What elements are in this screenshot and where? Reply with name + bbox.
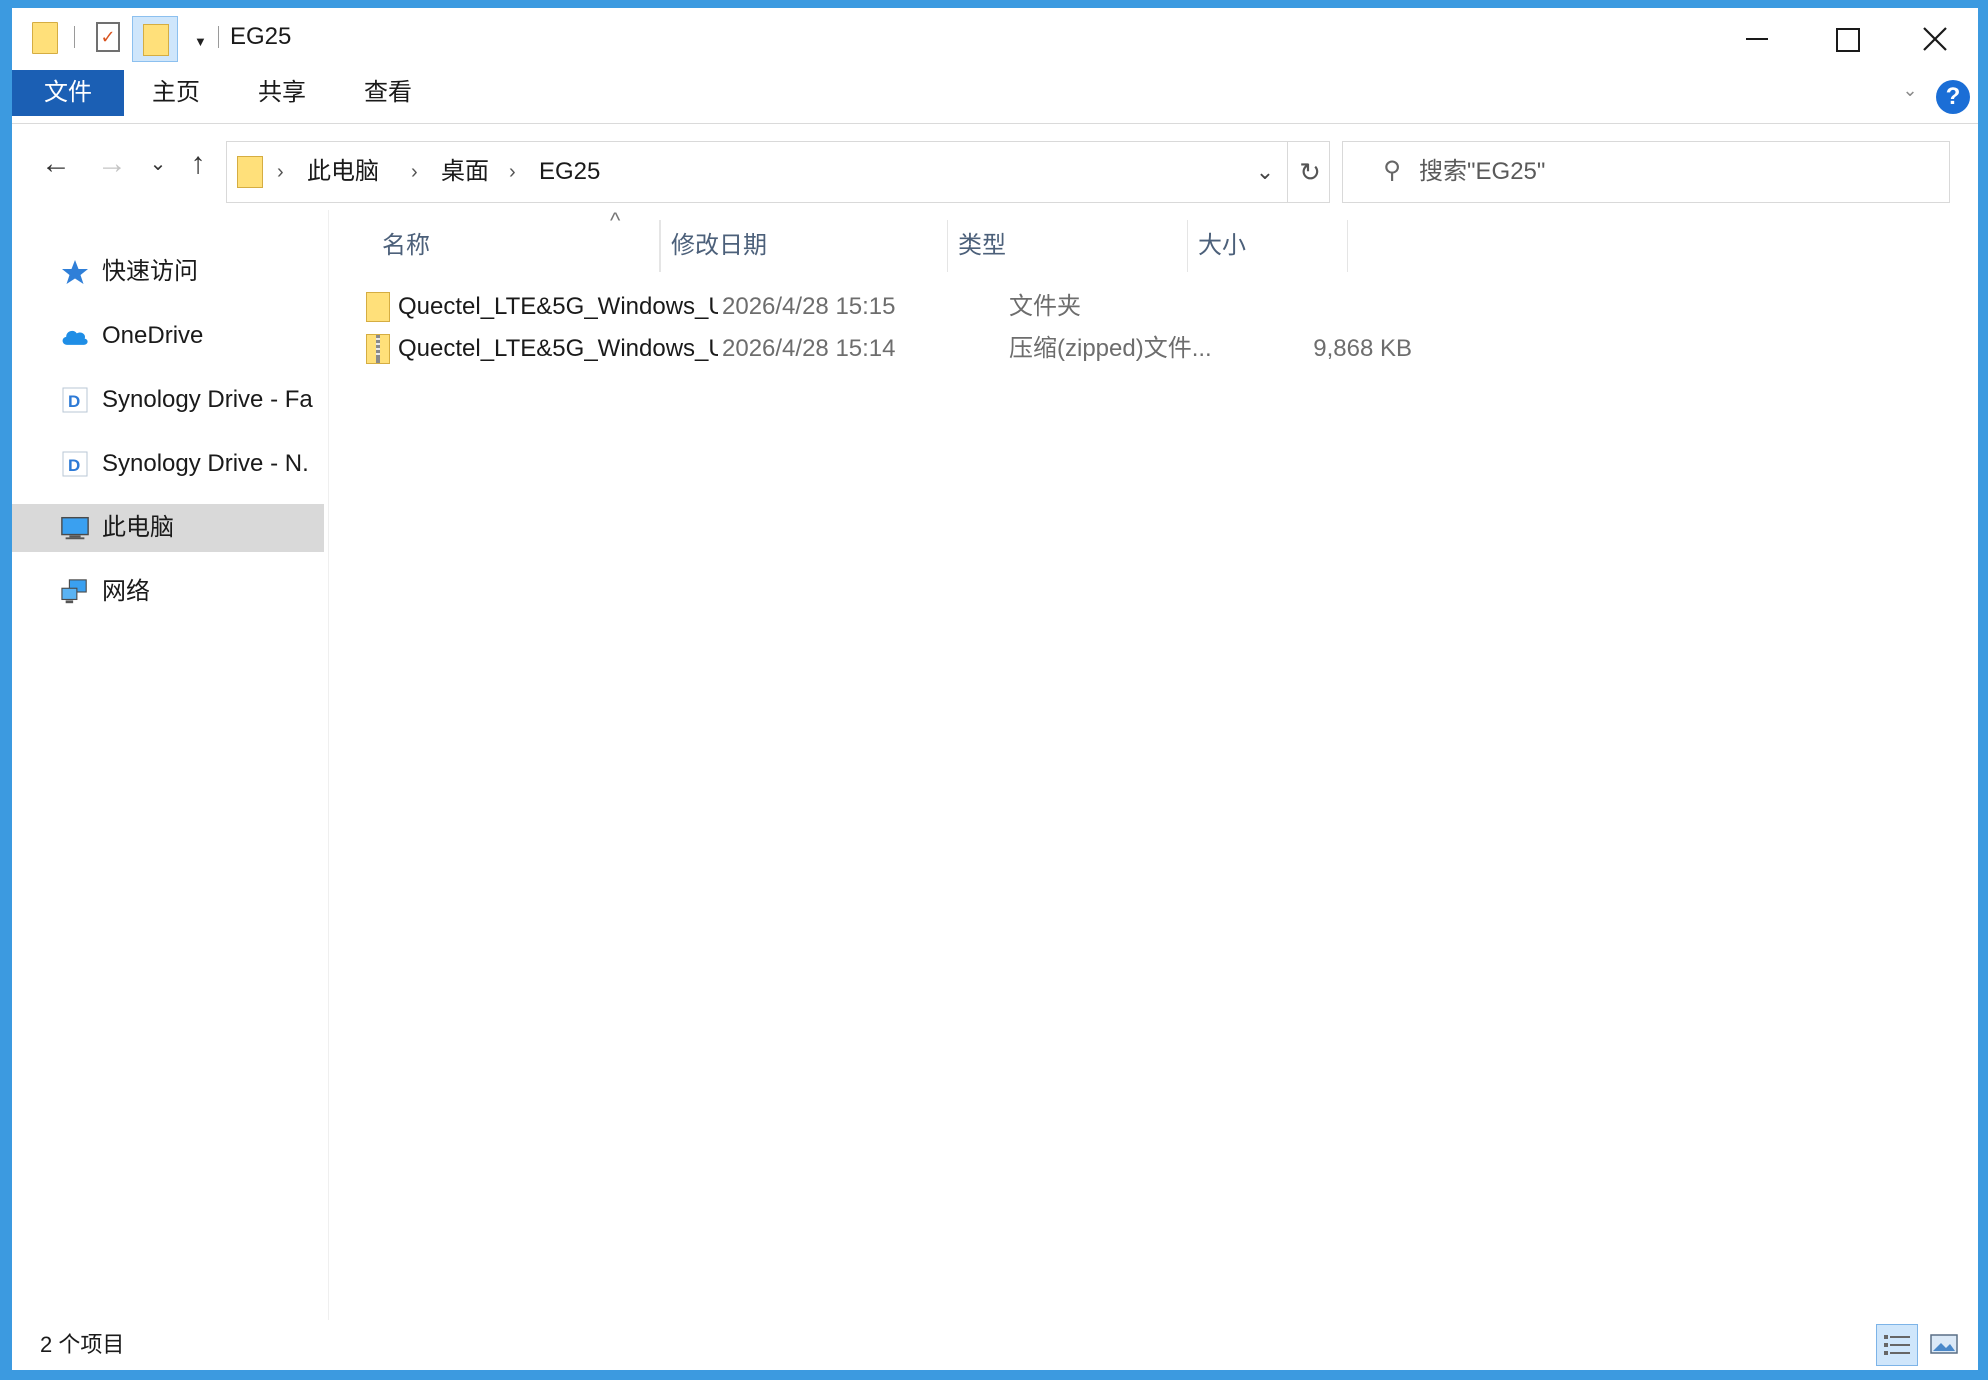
synology-drive-icon: D bbox=[62, 451, 88, 477]
tab-file[interactable]: 文件 bbox=[12, 70, 124, 116]
column-header-name[interactable]: 名称 bbox=[372, 220, 660, 272]
properties-icon[interactable]: ✓ bbox=[96, 22, 120, 52]
sidebar-item-label: 网络 bbox=[102, 578, 150, 605]
network-icon bbox=[61, 579, 87, 604]
column-header-date[interactable]: 修改日期 bbox=[660, 220, 948, 272]
file-row[interactable]: Quectel_LTE&5G_Windows_USB_Drive... 2026… bbox=[352, 286, 1592, 328]
item-count: 2 个项目 bbox=[40, 1332, 125, 1357]
help-icon[interactable]: ? bbox=[1936, 80, 1970, 114]
sidebar-item-synology-drive-fa[interactable]: D Synology Drive - Fa bbox=[12, 376, 324, 424]
status-bar: 2 个项目 bbox=[12, 1320, 1978, 1370]
cloud-icon bbox=[62, 330, 88, 345]
breadcrumb-separator[interactable]: › bbox=[277, 154, 284, 190]
folder-icon bbox=[32, 22, 58, 54]
breadcrumb-desktop[interactable]: 桌面 bbox=[441, 154, 489, 190]
large-icons-view-button[interactable] bbox=[1924, 1324, 1966, 1366]
title-bar: ✓ ▼ EG25 bbox=[12, 8, 1978, 70]
sidebar-item-this-pc[interactable]: 此电脑 bbox=[12, 504, 324, 552]
new-folder-button[interactable] bbox=[132, 16, 178, 62]
search-input[interactable] bbox=[1419, 154, 1919, 190]
customize-quick-access-dropdown[interactable]: ▼ bbox=[194, 35, 210, 48]
breadcrumb-this-pc[interactable]: 此电脑 bbox=[307, 154, 379, 190]
minimize-icon bbox=[1746, 38, 1768, 40]
breadcrumb-separator[interactable]: › bbox=[509, 154, 516, 190]
sidebar-item-label: 快速访问 bbox=[102, 258, 198, 285]
tab-home[interactable]: 主页 bbox=[152, 70, 200, 116]
details-view-icon bbox=[1884, 1335, 1910, 1355]
synology-drive-icon: D bbox=[62, 387, 88, 413]
file-size: 9,868 KB bbox=[1313, 335, 1412, 362]
window-title: EG25 bbox=[230, 23, 292, 50]
pane-splitter[interactable] bbox=[328, 210, 329, 1320]
file-size bbox=[1192, 286, 1412, 328]
back-button[interactable]: ← bbox=[36, 144, 76, 184]
sidebar-item-onedrive[interactable]: OneDrive bbox=[12, 312, 324, 360]
close-button[interactable] bbox=[1890, 8, 1978, 70]
file-date: 2026/4/28 15:14 bbox=[722, 335, 896, 362]
search-box[interactable]: ⚲ bbox=[1342, 141, 1950, 203]
column-header-type[interactable]: 类型 bbox=[948, 220, 1188, 272]
zip-folder-icon bbox=[366, 334, 390, 364]
toolbar-separator bbox=[218, 26, 219, 48]
sidebar-item-label: OneDrive bbox=[102, 322, 204, 349]
explorer-window: ✓ ▼ EG25 文件 主页 共享 查看 ⌄ ? ← → ⌄ ↑ › 此电脑 ›… bbox=[12, 8, 1978, 1370]
minimize-button[interactable] bbox=[1712, 8, 1802, 70]
maximize-icon bbox=[1836, 28, 1860, 52]
recent-locations-button[interactable]: ⌄ bbox=[146, 144, 170, 184]
star-pin-icon bbox=[62, 260, 88, 284]
tab-share[interactable]: 共享 bbox=[258, 70, 306, 116]
sidebar-item-label: Synology Drive - N. bbox=[102, 450, 309, 477]
sidebar-item-network[interactable]: 网络 bbox=[12, 568, 324, 616]
column-header-size[interactable]: 大小 bbox=[1188, 220, 1348, 272]
maximize-button[interactable] bbox=[1802, 8, 1892, 70]
sidebar-item-label: 此电脑 bbox=[102, 514, 174, 541]
toolbar-separator bbox=[74, 26, 75, 48]
computer-icon bbox=[61, 516, 89, 540]
file-name: Quectel_LTE&5G_Windows_USB_Drive... bbox=[398, 335, 718, 362]
forward-button[interactable]: → bbox=[92, 144, 132, 184]
close-icon bbox=[1923, 27, 1947, 51]
file-row[interactable]: Quectel_LTE&5G_Windows_USB_Drive... 2026… bbox=[352, 328, 1592, 370]
up-button[interactable]: ↑ bbox=[178, 144, 218, 184]
refresh-button[interactable]: ↻ bbox=[1287, 142, 1332, 202]
sidebar-item-label: Synology Drive - Fa bbox=[102, 386, 313, 413]
breadcrumb-eg25[interactable]: EG25 bbox=[539, 154, 600, 190]
address-bar[interactable]: › 此电脑 › 桌面 › EG25 ⌄ ↻ bbox=[226, 141, 1330, 203]
thumbnail-view-icon bbox=[1930, 1334, 1958, 1354]
details-view-button[interactable] bbox=[1876, 1324, 1918, 1366]
navigation-pane: 快速访问 OneDrive D Synology Drive - Fa D Sy… bbox=[12, 210, 324, 1320]
svg-text:D: D bbox=[68, 456, 80, 475]
file-list: ^ 名称 修改日期 类型 大小 Quectel_LTE&5G_Windows_U… bbox=[330, 208, 1978, 1320]
ribbon: 文件 主页 共享 查看 ⌄ ? bbox=[12, 70, 1978, 124]
folder-icon bbox=[237, 156, 263, 188]
tab-view[interactable]: 查看 bbox=[364, 70, 412, 116]
search-icon: ⚲ bbox=[1383, 157, 1401, 184]
expand-ribbon-icon[interactable]: ⌄ bbox=[1898, 78, 1922, 102]
file-name: Quectel_LTE&5G_Windows_USB_Drive... bbox=[398, 293, 718, 320]
sidebar-item-synology-drive-n[interactable]: D Synology Drive - N. bbox=[12, 440, 324, 488]
breadcrumb-separator[interactable]: › bbox=[411, 154, 418, 190]
sidebar-item-quick-access[interactable]: 快速访问 bbox=[12, 248, 324, 296]
new-folder-icon bbox=[143, 24, 169, 56]
navigation-bar: ← → ⌄ ↑ › 此电脑 › 桌面 › EG25 ⌄ ↻ ⚲ bbox=[12, 124, 1978, 210]
svg-text:D: D bbox=[68, 392, 80, 411]
address-history-dropdown[interactable]: ⌄ bbox=[1243, 142, 1287, 202]
file-date: 2026/4/28 15:15 bbox=[722, 293, 896, 320]
folder-icon bbox=[366, 292, 390, 322]
